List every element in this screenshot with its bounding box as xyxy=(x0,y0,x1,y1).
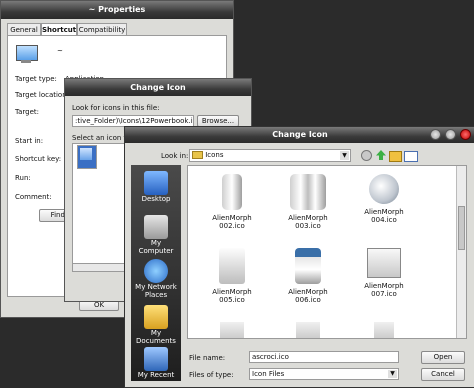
back-icon[interactable] xyxy=(361,150,372,161)
file-item[interactable] xyxy=(278,322,338,338)
partial-icon-2 xyxy=(296,322,320,338)
file-item[interactable]: AlienMorph 007.ico xyxy=(354,248,414,298)
change-icon-dialog-title: Change Icon xyxy=(125,127,474,143)
label-target: Target: xyxy=(15,108,40,116)
minimize-icon[interactable] xyxy=(430,129,441,140)
label-target-type: Target type: xyxy=(15,75,57,83)
scrollbar-thumb[interactable] xyxy=(458,206,465,250)
chevron-down-icon[interactable]: ▼ xyxy=(340,151,349,160)
label-run: Run: xyxy=(15,174,31,182)
partial-icon-1 xyxy=(220,322,244,338)
file-list[interactable]: AlienMorph 002.ico AlienMorph 003.ico Al… xyxy=(187,165,467,339)
place-my-recent[interactable]: My Recent xyxy=(133,347,179,379)
label-start-in: Start in: xyxy=(15,137,44,145)
place-desktop[interactable]: Desktop xyxy=(133,171,179,203)
file-name-input[interactable]: ascroci.ico xyxy=(249,351,399,363)
file-item[interactable]: AlienMorph 003.ico xyxy=(278,174,338,230)
file-item[interactable]: AlienMorph 006.ico xyxy=(278,248,338,304)
change-icon-dialog: Change Icon Look in: Icons ▼ Desktop My … xyxy=(124,126,474,388)
vertical-scrollbar[interactable] xyxy=(456,166,466,338)
look-in-value: Icons xyxy=(205,151,224,159)
look-in-dropdown[interactable]: Icons ▼ xyxy=(189,149,351,162)
shortcut-name: ~ xyxy=(57,47,63,55)
up-folder-icon[interactable] xyxy=(376,150,386,160)
mail-icon xyxy=(367,248,401,278)
chevron-down-icon[interactable]: ▼ xyxy=(388,370,397,378)
folder-icon xyxy=(192,151,203,159)
place-my-computer[interactable]: My Computer xyxy=(133,215,179,255)
file-item[interactable] xyxy=(354,322,414,338)
place-my-network[interactable]: My Network Places xyxy=(133,259,179,299)
cancel-button[interactable]: Cancel xyxy=(421,368,465,381)
tab-compatibility[interactable]: Compatibility xyxy=(77,23,127,35)
label-comment: Comment: xyxy=(15,193,52,201)
files-of-type-select[interactable]: Icon Files ▼ xyxy=(249,368,399,380)
network-globe-icon xyxy=(144,259,168,283)
properties-title: ~ Properties xyxy=(1,1,233,19)
partial-icon-3 xyxy=(374,322,394,338)
new-folder-icon[interactable] xyxy=(389,151,402,162)
drive-icon xyxy=(295,248,321,284)
documents-folder-icon xyxy=(144,305,168,329)
speakers-pair-icon xyxy=(290,174,326,210)
speaker-single-icon xyxy=(222,174,242,210)
file-item[interactable]: AlienMorph 005.ico xyxy=(202,248,262,304)
look-for-icons-label: Look for icons in this file: xyxy=(72,104,160,112)
change-icon-small-title: Change Icon xyxy=(65,79,251,96)
view-menu-icon[interactable] xyxy=(404,151,418,162)
label-shortcut-key: Shortcut key: xyxy=(15,155,62,163)
close-icon[interactable] xyxy=(460,129,471,140)
file-item[interactable]: AlienMorph 004.ico xyxy=(354,174,414,224)
file-item[interactable] xyxy=(202,322,262,338)
tab-general[interactable]: General xyxy=(7,23,41,35)
file-item[interactable]: AlienMorph 002.ico xyxy=(202,174,262,230)
file-name-label: File name: xyxy=(189,354,226,362)
open-button[interactable]: Open xyxy=(421,351,465,364)
label-target-location: Target location: xyxy=(15,91,70,99)
tab-shortcut[interactable]: Shortcut xyxy=(41,23,77,35)
desktop-icon xyxy=(144,171,168,195)
shortcut-monitor-icon xyxy=(16,45,38,61)
computer-icon xyxy=(144,215,168,239)
look-in-label: Look in: xyxy=(161,152,189,160)
maximize-icon[interactable] xyxy=(445,129,456,140)
recent-icon xyxy=(144,347,168,371)
box-device-icon xyxy=(219,248,245,284)
files-of-type-label: Files of type: xyxy=(189,371,234,379)
place-my-documents[interactable]: My Documents xyxy=(133,305,179,345)
ie-globe-icon xyxy=(369,174,399,204)
